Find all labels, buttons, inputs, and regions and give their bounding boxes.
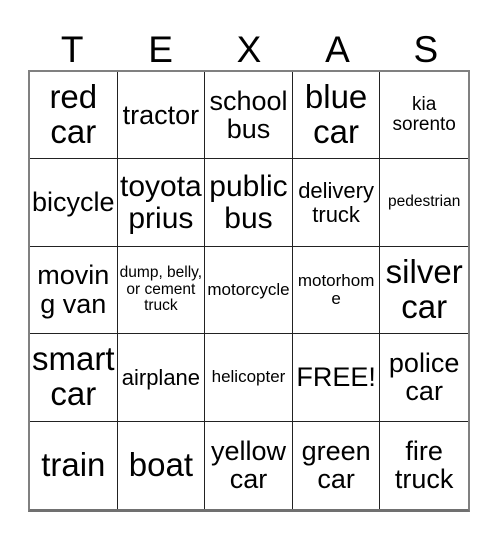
bingo-cell[interactable]: airplane	[117, 334, 206, 422]
bingo-card: T E X A S red car tractor school bus blue c…	[0, 0, 500, 544]
bingo-cell[interactable]: silver car	[380, 247, 468, 335]
bingo-cell[interactable]: moving van	[30, 246, 118, 335]
bingo-cell[interactable]: train	[30, 421, 118, 509]
bingo-cell[interactable]: toyota prius	[117, 159, 206, 247]
bingo-cell[interactable]: yellow car	[205, 421, 293, 509]
bingo-cell[interactable]: dump, belly, or cement truck	[117, 246, 206, 335]
bingo-cell[interactable]: green car	[293, 421, 381, 509]
bingo-cell[interactable]: smart car	[30, 334, 118, 422]
bingo-cell[interactable]: fire truck	[380, 422, 468, 509]
bingo-cell[interactable]: pedestrian	[380, 159, 468, 247]
header-letter-1: T	[60, 29, 84, 70]
bingo-cell[interactable]: helicopter	[205, 334, 293, 422]
bingo-cell[interactable]: tractor	[117, 72, 206, 160]
bingo-cell[interactable]: motorhome	[292, 246, 381, 335]
bingo-cell[interactable]: public bus	[205, 159, 293, 247]
bingo-header-letters: T E X A S	[28, 18, 470, 70]
bingo-cell[interactable]: school bus	[205, 72, 293, 160]
bingo-grid: red car tractor school bus blue car kia sore…	[28, 70, 470, 512]
header-letter-5: S	[413, 29, 439, 70]
bingo-cell[interactable]: blue car	[292, 72, 381, 160]
bingo-cell[interactable]: delivery truck	[292, 159, 381, 247]
bingo-cell[interactable]: motorcycle	[205, 246, 293, 335]
bingo-cell[interactable]: bicycle	[30, 159, 118, 247]
bingo-cell[interactable]: red car	[30, 72, 118, 160]
header-letter-4: A	[325, 29, 350, 70]
header-letter-2: E	[148, 29, 173, 70]
bingo-cell[interactable]: kia sorento	[380, 72, 468, 160]
header-letter-3: X	[236, 29, 262, 70]
bingo-cell[interactable]: police car	[380, 334, 468, 422]
bingo-cell[interactable]: FREE!	[292, 334, 381, 422]
bingo-cell[interactable]: boat	[118, 421, 206, 509]
